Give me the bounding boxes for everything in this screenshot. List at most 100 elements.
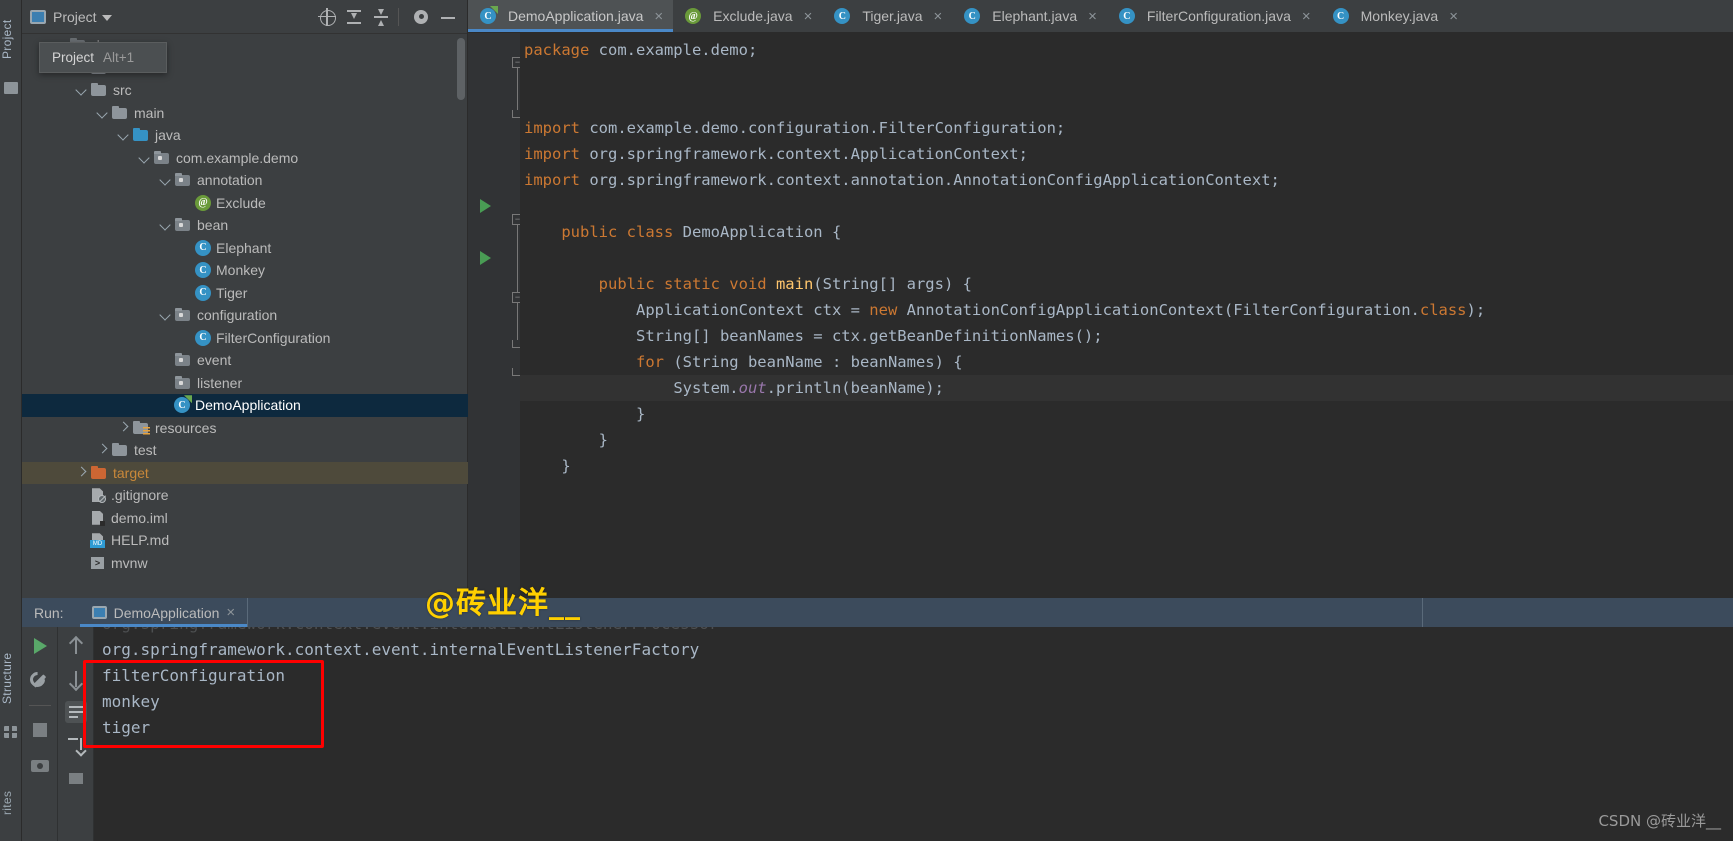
run-panel-header: Run: DemoApplication × (22, 598, 1733, 627)
tree-item-target[interactable]: target (22, 462, 468, 485)
close-icon[interactable]: × (1449, 9, 1458, 24)
minimize-icon[interactable] (437, 6, 459, 28)
tree-indent-spacer (179, 240, 195, 256)
editor-tab-tiger-java[interactable]: CTiger.java× (822, 0, 952, 32)
tree-item-label: listener (197, 375, 242, 391)
code-token: class (1420, 301, 1467, 319)
tree-indent-spacer (179, 262, 195, 278)
spring-class-icon: C (480, 8, 496, 24)
project-tree-scrollbar[interactable] (457, 38, 465, 100)
toolbar-divider (29, 705, 51, 706)
chevron-down-icon[interactable] (74, 82, 90, 98)
run-icon[interactable] (29, 635, 51, 657)
editor-tab-label: FilterConfiguration.java (1147, 8, 1291, 24)
tree-item-exclude[interactable]: @Exclude (22, 192, 468, 215)
close-icon[interactable]: × (804, 9, 813, 24)
tree-item-filterconfiguration[interactable]: CFilterConfiguration (22, 327, 468, 350)
target-icon[interactable] (316, 6, 338, 28)
tooltip-name: Project (52, 50, 94, 65)
scroll-to-end-icon[interactable] (65, 734, 87, 756)
close-icon[interactable]: × (1302, 9, 1311, 24)
tree-item-main[interactable]: main (22, 102, 468, 125)
project-panel-header: Project (22, 0, 467, 34)
tree-item-demoapplication[interactable]: CDemoApplication (22, 394, 468, 417)
code-token: import (524, 171, 589, 189)
folder-icon (90, 82, 108, 98)
stop-icon[interactable] (29, 719, 51, 741)
editor-tab-filterconfiguration-java[interactable]: C FilterConfiguration.java × (1107, 0, 1321, 32)
chevron-down-icon[interactable] (158, 217, 174, 233)
run-method-gutter-icon[interactable] (480, 251, 491, 265)
sidebar-tab-favorites[interactable]: rites (0, 770, 22, 836)
close-icon[interactable]: × (934, 9, 943, 24)
tooltip-shortcut: Alt+1 (103, 50, 134, 65)
source-folder-icon (132, 127, 150, 143)
chevron-right-icon[interactable] (95, 442, 111, 458)
gear-icon[interactable] (410, 6, 432, 28)
collapse-all-icon[interactable] (370, 6, 392, 28)
chevron-down-icon[interactable] (158, 307, 174, 323)
tree-item-label: java (155, 127, 181, 143)
expand-all-icon[interactable] (343, 6, 365, 28)
tree-item-mvnw[interactable]: >mvnw (22, 552, 468, 575)
chevron-down-icon[interactable] (95, 105, 111, 121)
tree-item-src[interactable]: src (22, 79, 468, 102)
tree-indent-spacer (158, 397, 174, 413)
chevron-down-icon[interactable] (158, 172, 174, 188)
chevron-right-icon[interactable] (74, 465, 90, 481)
java-class-icon: C (1119, 8, 1135, 24)
tree-item-resources[interactable]: resources (22, 417, 468, 440)
watermark-author: @砖业洋__ (425, 578, 581, 622)
arrow-down-icon[interactable] (65, 668, 87, 690)
tree-item-bean[interactable]: bean (22, 214, 468, 237)
tree-item-annotation[interactable]: annotation (22, 169, 468, 192)
soft-wrap-icon[interactable] (65, 701, 87, 723)
tree-item-demo-iml[interactable]: demo.iml (22, 507, 468, 530)
editor-tab-exclude-java[interactable]: @Exclude.java× (673, 0, 822, 32)
tree-item-gitignore[interactable]: .gitignore (22, 484, 468, 507)
code-line: public static void main(String[] args) { (520, 271, 1733, 297)
project-tree[interactable]: demo.mvnsrcmainjavacom.example.demoannot… (22, 34, 468, 598)
chevron-right-icon[interactable] (116, 420, 132, 436)
camera-icon[interactable] (29, 754, 51, 776)
tree-item-event[interactable]: event (22, 349, 468, 372)
tree-item-elephant[interactable]: CElephant (22, 237, 468, 260)
tree-item-tiger[interactable]: CTiger (22, 282, 468, 305)
console-output[interactable]: org.springframework.context.event.intern… (94, 627, 1733, 841)
tree-item-test[interactable]: test (22, 439, 468, 462)
close-icon[interactable]: × (226, 604, 235, 621)
tree-item-com-example-demo[interactable]: com.example.demo (22, 147, 468, 170)
structure-window-icon (4, 726, 17, 738)
code-line (520, 89, 1733, 115)
run-class-gutter-icon[interactable] (480, 199, 491, 213)
tree-item-help-md[interactable]: MDHELP.md (22, 529, 468, 552)
tree-item-listener[interactable]: listener (22, 372, 468, 395)
code-token: main (776, 275, 813, 293)
close-icon[interactable]: × (654, 9, 663, 24)
code-token: DemoApplication { (683, 223, 842, 241)
wrench-icon[interactable] (29, 670, 51, 692)
editor-tab-demoapplication-java[interactable]: C DemoApplication.java × (468, 0, 673, 32)
tree-item-configuration[interactable]: configuration (22, 304, 468, 327)
tree-item-label: bean (197, 217, 228, 233)
editor-tab-label: DemoApplication.java (508, 8, 643, 24)
chevron-down-icon[interactable] (137, 150, 153, 166)
chevron-down-icon[interactable] (102, 15, 112, 21)
tree-item-monkey[interactable]: CMonkey (22, 259, 468, 282)
run-tab-demoapplication[interactable]: DemoApplication × (80, 598, 248, 627)
code-token: System. (673, 379, 738, 397)
sidebar-tab-project[interactable]: Project (0, 4, 22, 74)
code-editor[interactable]: package com.example.demo; import com.exa… (520, 33, 1733, 598)
code-token: ); (1467, 301, 1486, 319)
editor-tab-monkey-java[interactable]: CMonkey.java× (1321, 0, 1468, 32)
arrow-up-icon[interactable] (65, 635, 87, 657)
editor-tab-bar[interactable]: CDemoApplication.java×@Exclude.java×CTig… (468, 0, 1733, 33)
sidebar-tab-structure[interactable]: Structure (0, 640, 22, 716)
code-line: import org.springframework.context.annot… (520, 167, 1733, 193)
tree-item-java[interactable]: java (22, 124, 468, 147)
code-line: } (520, 401, 1733, 427)
print-icon[interactable] (65, 767, 87, 789)
chevron-down-icon[interactable] (116, 127, 132, 143)
close-icon[interactable]: × (1088, 9, 1097, 24)
editor-tab-elephant-java[interactable]: CElephant.java× (952, 0, 1107, 32)
